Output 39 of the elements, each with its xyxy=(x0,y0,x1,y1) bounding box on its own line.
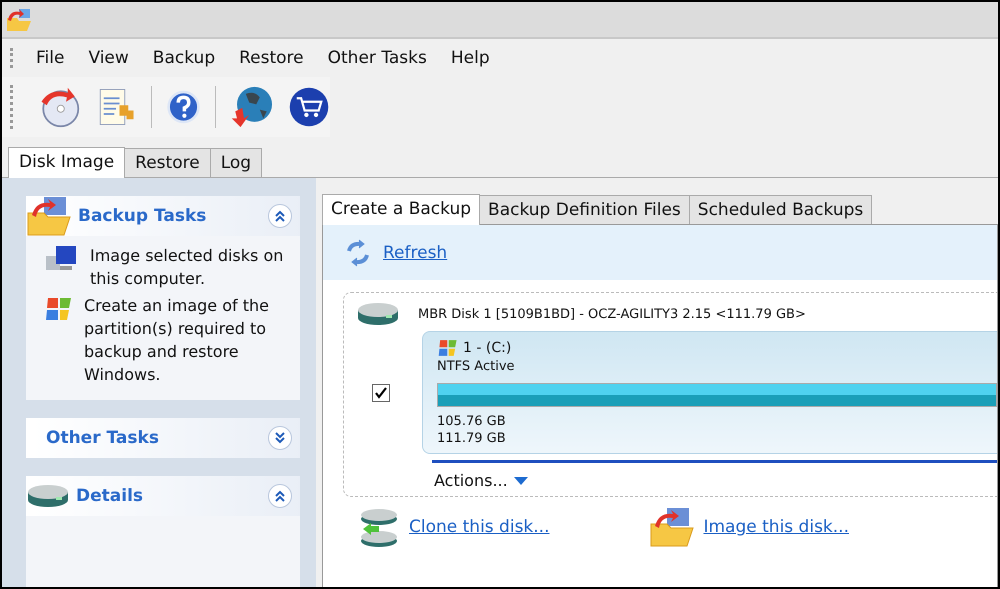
menu-item[interactable]: Restore xyxy=(227,46,316,70)
task-link[interactable]: Create an image of the partition(s) required to backup and restore Windows. xyxy=(84,294,284,386)
expand-icon[interactable] xyxy=(268,426,292,450)
collapse-icon[interactable] xyxy=(268,484,292,508)
folder-icon xyxy=(26,195,72,237)
checkbox[interactable] xyxy=(372,384,390,402)
tab[interactable]: Disk Image xyxy=(8,147,126,178)
tab[interactable]: Log xyxy=(210,148,262,177)
tab[interactable]: Create a Backup xyxy=(322,194,480,225)
file-system-label: NTFS Active xyxy=(437,358,516,375)
tab[interactable]: Restore xyxy=(124,148,211,177)
task-link[interactable]: Image selected disks on this computer. xyxy=(90,244,290,290)
menu-item[interactable]: File xyxy=(24,46,76,70)
image-folder-icon xyxy=(649,506,696,548)
tab[interactable]: Scheduled Backups xyxy=(688,195,872,224)
menu-item[interactable]: View xyxy=(76,46,141,70)
windows-logo-icon xyxy=(437,338,459,358)
disk-action-link[interactable]: Clone this disk... xyxy=(409,517,550,537)
disk-icon xyxy=(356,301,400,327)
total-size: 111.79 GB xyxy=(437,430,507,447)
partition-card[interactable]: 1 - (C:) NTFS Active 105.76 GB 111.79 GB xyxy=(422,331,997,454)
partition-name: 1 - (C:) xyxy=(463,340,512,356)
section-title: Backup Tasks xyxy=(78,206,208,226)
menu-item[interactable]: Help xyxy=(438,46,502,70)
refresh-icon[interactable] xyxy=(345,238,371,266)
refresh-link[interactable]: Refresh xyxy=(383,242,448,262)
disk-icon xyxy=(26,483,70,509)
disk-action-link[interactable]: Image this disk... xyxy=(703,517,849,537)
disk-title: MBR Disk 1 [5109B1BD] - OCZ-AGILITY3 2.15 <111.79 GB> xyxy=(418,306,806,322)
section-title: Details xyxy=(76,486,144,506)
app-icon xyxy=(6,8,32,32)
actions-menu[interactable]: Actions... xyxy=(434,471,528,490)
collapse-icon[interactable] xyxy=(268,204,292,228)
menu-item[interactable]: Other Tasks xyxy=(316,46,439,70)
caret-icon xyxy=(514,476,528,484)
menu-item[interactable]: Backup xyxy=(140,46,228,70)
section-title: Other Tasks xyxy=(46,428,160,448)
used-size: 105.76 GB xyxy=(437,413,507,430)
tab[interactable]: Backup Definition Files xyxy=(479,195,690,224)
